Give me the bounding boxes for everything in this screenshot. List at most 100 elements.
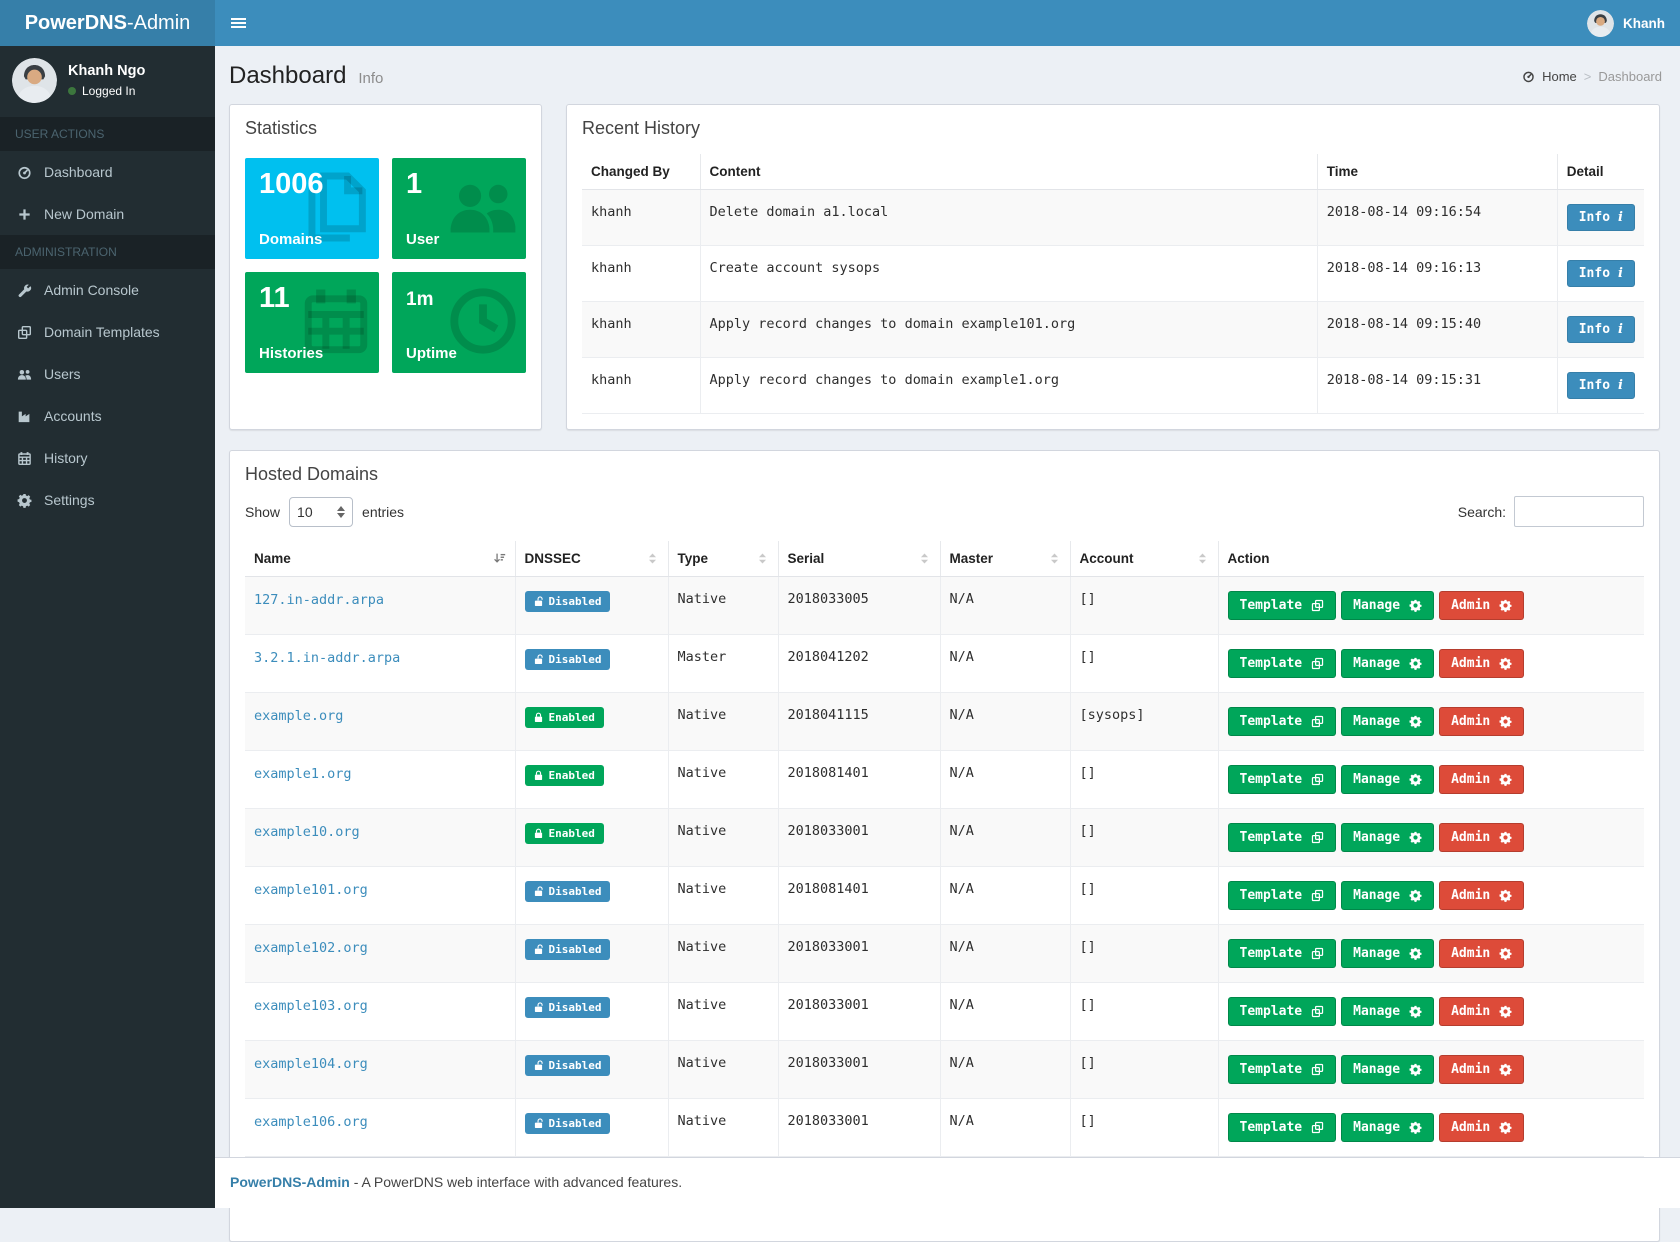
sidebar-item-accounts[interactable]: Accounts [0, 395, 215, 437]
info-button[interactable]: Infoi [1567, 204, 1635, 231]
template-button[interactable]: Template [1228, 765, 1337, 794]
template-button[interactable]: Template [1228, 1055, 1337, 1084]
user-avatar [1587, 10, 1614, 37]
sidebar-section-header: ADMINISTRATION [0, 235, 215, 269]
domain-link[interactable]: example.org [254, 708, 343, 724]
recent-history-table: Changed By Content Time Detail khanh Del… [582, 154, 1644, 414]
template-button[interactable]: Template [1228, 649, 1337, 678]
template-button[interactable]: Template [1228, 591, 1337, 620]
domain-link[interactable]: 127.in-addr.arpa [254, 592, 384, 608]
manage-button[interactable]: Manage [1341, 707, 1434, 736]
table-controls: Show 10 entries Search: [230, 490, 1659, 541]
sidebar-item-new-domain[interactable]: New Domain [0, 193, 215, 235]
detail-cell: Infoi [1557, 358, 1644, 414]
sidebar-item-history[interactable]: History [0, 437, 215, 479]
admin-button[interactable]: Admin [1439, 823, 1524, 852]
clone-icon [1311, 657, 1324, 670]
admin-button[interactable]: Admin [1439, 649, 1524, 678]
statistics-title: Statistics [230, 105, 541, 144]
manage-button[interactable]: Manage [1341, 881, 1434, 910]
gear-icon [1409, 947, 1422, 960]
action-cell: TemplateManageAdmin [1218, 635, 1644, 693]
dnssec-badge: Enabled [525, 765, 604, 786]
admin-button[interactable]: Admin [1439, 1055, 1524, 1084]
admin-button[interactable]: Admin [1439, 591, 1524, 620]
app-logo[interactable]: PowerDNS-Admin [0, 0, 215, 46]
sidebar-item-settings[interactable]: Settings [0, 479, 215, 521]
manage-button[interactable]: Manage [1341, 939, 1434, 968]
sidebar-item-dashboard[interactable]: Dashboard [0, 151, 215, 193]
user-menu[interactable]: Khanh [1587, 10, 1680, 37]
manage-button[interactable]: Manage [1341, 1055, 1434, 1084]
account-cell: [] [1070, 867, 1218, 925]
info-button[interactable]: Infoi [1567, 260, 1635, 287]
info-button[interactable]: Infoi [1567, 372, 1635, 399]
domain-link[interactable]: example103.org [254, 998, 368, 1014]
history-row: khanh Apply record changes to domain exa… [582, 302, 1644, 358]
domain-link[interactable]: example101.org [254, 882, 368, 898]
action-cell: TemplateManageAdmin [1218, 693, 1644, 751]
template-button[interactable]: Template [1228, 707, 1337, 736]
manage-button[interactable]: Manage [1341, 997, 1434, 1026]
manage-button[interactable]: Manage [1341, 765, 1434, 794]
sidebar-item-domain-templates[interactable]: Domain Templates [0, 311, 215, 353]
template-button[interactable]: Template [1228, 939, 1337, 968]
gear-icon [15, 493, 33, 508]
domain-link[interactable]: example1.org [254, 766, 352, 782]
col-type: Type [678, 551, 709, 566]
lock-closed-icon [534, 770, 543, 781]
info-button[interactable]: Infoi [1567, 316, 1635, 343]
admin-button[interactable]: Admin [1439, 997, 1524, 1026]
stat-label: Domains [259, 231, 322, 248]
account-cell: [] [1070, 751, 1218, 809]
admin-button[interactable]: Admin [1439, 1113, 1524, 1142]
template-button[interactable]: Template [1228, 881, 1337, 910]
sidebar-item-admin-console[interactable]: Admin Console [0, 269, 215, 311]
domain-row: example106.org Disabled Native 201803300… [245, 1099, 1644, 1157]
sidebar-item-users[interactable]: Users [0, 353, 215, 395]
manage-button[interactable]: Manage [1341, 823, 1434, 852]
clone-icon [1311, 773, 1324, 786]
breadcrumb: Home > Dashboard [1522, 69, 1662, 84]
lock-open-icon [534, 596, 543, 607]
page-size-select[interactable]: 10 [289, 497, 353, 527]
search-input[interactable] [1514, 496, 1644, 527]
recent-history-panel: Recent History Changed By Content Time D… [566, 104, 1660, 430]
breadcrumb-current: Dashboard [1598, 69, 1662, 84]
sidebar-toggle-button[interactable] [215, 0, 262, 46]
hamburger-icon [231, 16, 246, 30]
domain-link[interactable]: example106.org [254, 1114, 368, 1130]
domain-link[interactable]: example104.org [254, 1056, 368, 1072]
manage-button[interactable]: Manage [1341, 649, 1434, 678]
info-icon: i [1618, 378, 1623, 393]
content-cell: Create account sysops [700, 246, 1317, 302]
admin-button[interactable]: Admin [1439, 881, 1524, 910]
manage-button[interactable]: Manage [1341, 591, 1434, 620]
lock-closed-icon [534, 712, 543, 723]
tachometer-icon [15, 165, 33, 180]
template-button[interactable]: Template [1228, 1113, 1337, 1142]
manage-button[interactable]: Manage [1341, 1113, 1434, 1142]
domain-link[interactable]: example102.org [254, 940, 368, 956]
admin-button[interactable]: Admin [1439, 765, 1524, 794]
page-subtitle: Info [358, 70, 383, 87]
admin-button[interactable]: Admin [1439, 707, 1524, 736]
sort-both-icon [756, 552, 769, 565]
changed-by-cell: khanh [582, 246, 700, 302]
dnssec-badge: Disabled [525, 591, 611, 612]
template-button[interactable]: Template [1228, 823, 1337, 852]
master-cell: N/A [940, 867, 1070, 925]
hosted-domains-table: Name DNSSEC Type Serial Master Account A… [245, 541, 1644, 1157]
serial-cell: 2018081401 [778, 867, 940, 925]
template-button[interactable]: Template [1228, 997, 1337, 1026]
clone-icon [15, 325, 33, 340]
breadcrumb-home[interactable]: Home [1542, 69, 1577, 84]
type-cell: Native [668, 751, 778, 809]
domain-link[interactable]: example10.org [254, 824, 360, 840]
master-cell: N/A [940, 635, 1070, 693]
admin-button[interactable]: Admin [1439, 939, 1524, 968]
domain-link[interactable]: 3.2.1.in-addr.arpa [254, 650, 400, 666]
col-changed-by: Changed By [582, 154, 700, 190]
detail-cell: Infoi [1557, 246, 1644, 302]
dnssec-badge: Disabled [525, 997, 611, 1018]
